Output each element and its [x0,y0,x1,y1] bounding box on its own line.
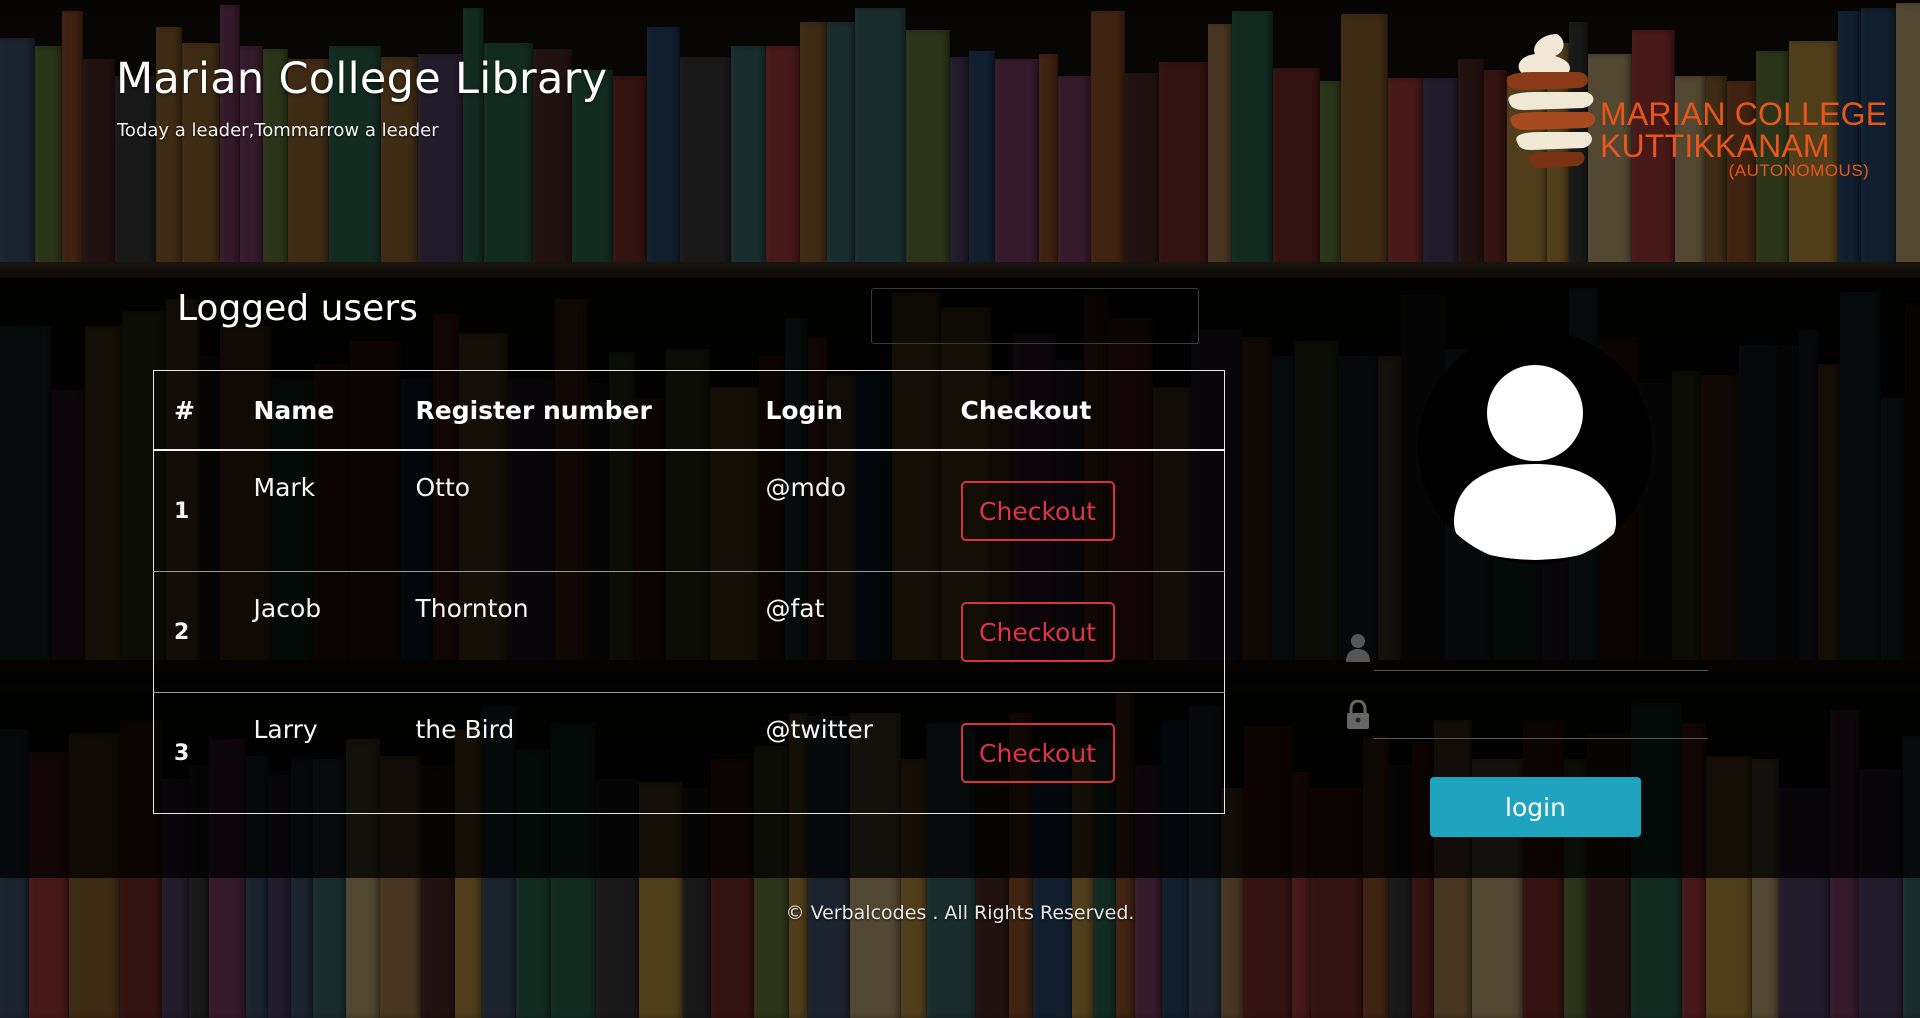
checkout-button[interactable]: Checkout [960,481,1115,541]
password-input[interactable] [1374,692,1708,739]
college-logo: MARIAN COLLEGE KUTTIKKANAM (AUTONOMOUS) [1495,30,1887,200]
row-login: @fat [745,571,941,693]
lock-icon [1347,700,1369,729]
site-tagline: Today a leader,Tommarrow a leader [117,120,439,141]
table-row: 1 Mark Otto @mdo Checkout [153,449,1225,572]
user-avatar-icon [1454,365,1616,560]
column-header-register-number: Register number [395,370,746,451]
search-input[interactable] [871,288,1199,344]
checkout-button[interactable]: Checkout [960,723,1115,783]
college-emblem-icon [1506,34,1596,168]
row-checkout-cell: Checkout [940,692,1225,814]
logo-line-1: MARIAN COLLEGE [1600,96,1888,132]
column-header-number: # [153,370,234,451]
column-header-name: Name [233,370,396,451]
column-header-checkout: Checkout [940,370,1225,451]
table-row: 2 Jacob Thornton @fat Checkout [153,571,1225,693]
logo-line-3: (AUTONOMOUS) [1728,161,1870,180]
login-button[interactable]: login [1430,777,1641,837]
username-field-row [1344,624,1708,672]
site-title: Marian College Library [116,54,608,104]
username-input[interactable] [1374,624,1708,671]
table-header-row: # Name Register number Login Checkout [153,370,1225,451]
user-icon [1346,634,1370,662]
checkout-button[interactable]: Checkout [960,602,1115,662]
row-name: Mark [233,449,396,572]
row-register-number: Thornton [395,571,746,693]
logged-users-table: # Name Register number Login Checkout 1 … [153,370,1225,814]
row-checkout-cell: Checkout [940,571,1225,693]
column-header-login: Login [745,370,941,451]
avatar [1418,330,1652,564]
footer-copyright: © Verbalcodes . All Rights Reserved. [785,902,1135,924]
row-number: 1 [153,449,234,572]
logo-text: MARIAN COLLEGE KUTTIKKANAM (AUTONOMOUS) [1600,98,1887,180]
row-name: Jacob [233,571,396,693]
site-header: Marian College Library Today a leader,To… [0,0,1920,250]
row-checkout-cell: Checkout [940,449,1225,572]
password-field-row [1344,692,1708,740]
row-number: 2 [153,571,234,693]
row-register-number: the Bird [395,692,746,814]
logo-line-2: KUTTIKKANAM [1600,128,1830,164]
row-name: Larry [233,692,396,814]
row-login: @mdo [745,449,941,572]
logged-users-title: Logged users [177,288,418,329]
table-row: 3 Larry the Bird @twitter Checkout [153,692,1225,814]
row-number: 3 [153,692,234,814]
row-login: @twitter [745,692,941,814]
row-register-number: Otto [395,449,746,572]
